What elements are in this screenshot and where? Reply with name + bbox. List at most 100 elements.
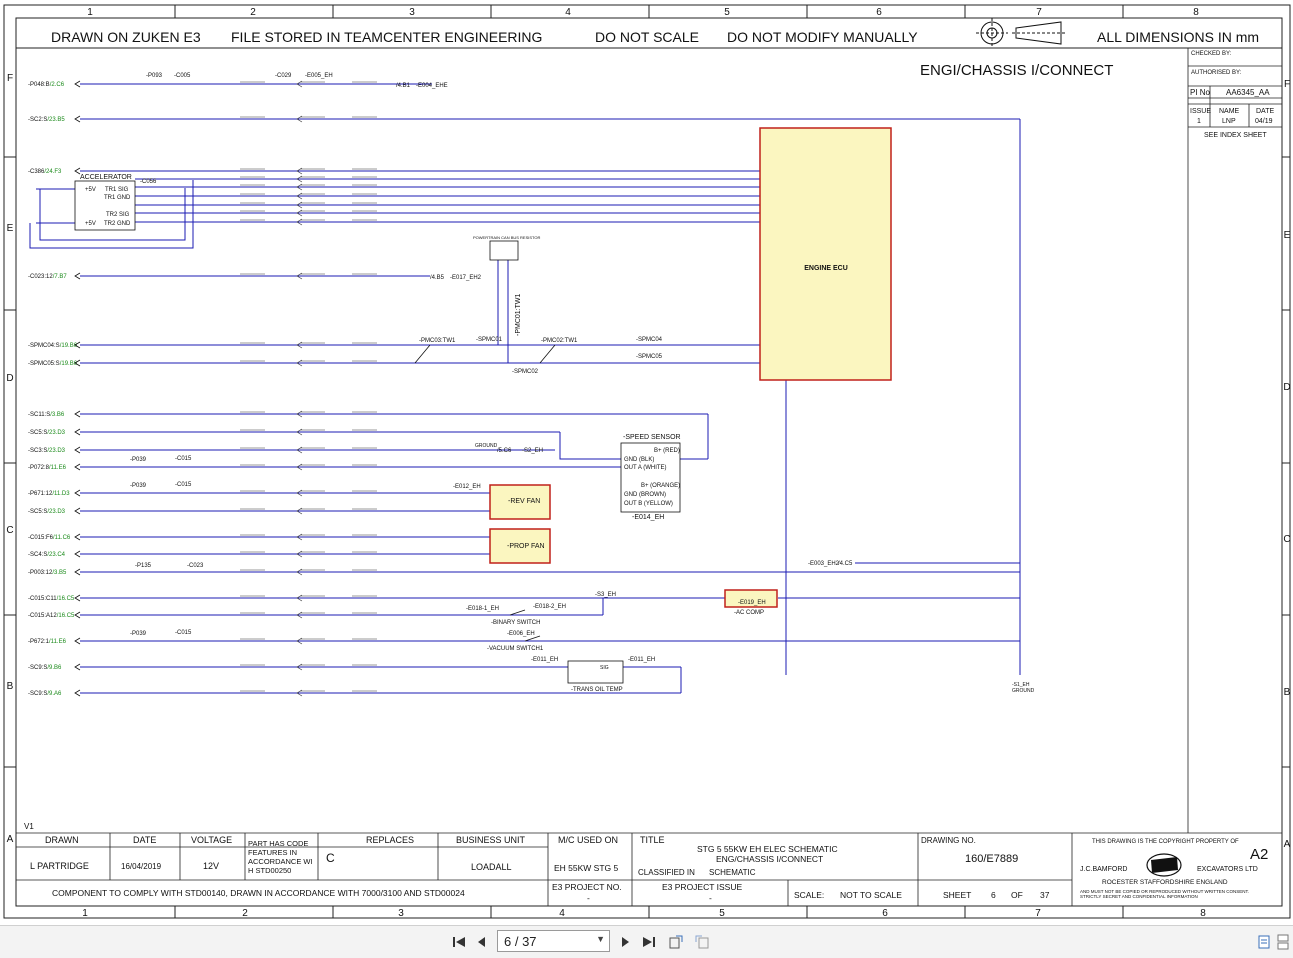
- svg-text:-SPMC05: -SPMC05: [636, 354, 663, 360]
- rotate-counterclockwise-button[interactable]: [692, 932, 712, 952]
- row-label: B: [7, 681, 14, 692]
- svg-text:-C029: -C029: [275, 73, 292, 79]
- next-page-button[interactable]: [615, 932, 635, 952]
- svg-text:E3 PROJECT NO.: E3 PROJECT NO.: [552, 882, 622, 892]
- sig-label: SIG: [600, 665, 609, 671]
- wire-marks: [240, 80, 377, 697]
- note-text: DO NOT SCALE: [595, 29, 699, 45]
- col-label: 7: [1035, 908, 1041, 919]
- svg-text:04/19: 04/19: [1255, 118, 1273, 125]
- svg-text:+5V: +5V: [85, 187, 96, 193]
- continuous-view-button[interactable]: [1273, 932, 1293, 952]
- reference-label: -SPMC05:S/19.B6: [28, 361, 78, 367]
- row-label: B: [1284, 687, 1291, 698]
- svg-text:PART HAS CODEFEATURES INACCORD: PART HAS CODE FEATURES IN ACCORDANCE WI H S…: [248, 839, 313, 875]
- svg-text:AND MUST NOT BE COPIED OR REPR: AND MUST NOT BE COPIED OR REPRODUCED WIT…: [1080, 889, 1249, 899]
- ground-label: GROUND: [1012, 688, 1035, 694]
- col-label: 7: [1036, 7, 1042, 18]
- connector-arrow-icon: [74, 550, 81, 558]
- svg-text:-PMC02:TW1: -PMC02:TW1: [541, 338, 578, 344]
- svg-text:-E018-1_EH: -E018-1_EH: [466, 606, 499, 612]
- first-page-button[interactable]: [449, 932, 469, 952]
- svg-text:-C015: -C015: [175, 456, 192, 462]
- connector-arrow-icon: [74, 611, 81, 619]
- svg-text:ROCESTER STAFFORDSHIRE: ROCESTER STAFFORDSHIRE ENGLAND: [1102, 879, 1228, 886]
- svg-text:AA6345_AA: AA6345_AA: [1226, 88, 1270, 97]
- row-label: E: [7, 223, 14, 234]
- svg-text:E3 PROJECT ISSUE: E3 PROJECT ISSUE: [662, 882, 742, 892]
- page-number-field[interactable]: 6 / 37 ▼: [497, 930, 610, 952]
- svg-text:-BINARY SWITCH: -BINARY SWITCH: [491, 620, 540, 626]
- approval-block: [1187, 48, 1282, 833]
- schematic-sheet: 1 2 3 4 5 6 7 8 1 2 3 4 5 6 7 8 F E D C …: [3, 4, 1291, 919]
- svg-text:ENG/CHASSIS I/CONNECT: ENG/CHASSIS I/CONNECT: [716, 854, 823, 864]
- svg-text:M/C USED ON: M/C USED ON: [558, 835, 618, 845]
- first-page-icon: [453, 937, 465, 947]
- col-label: 6: [882, 908, 888, 919]
- row-label: C: [6, 525, 13, 536]
- connector-arrow-icon: [74, 689, 81, 697]
- can-resistor-label: POWERTRAIN CAN BUS RESISTOR: [473, 235, 541, 240]
- reference-label: -C015:C11/16.C5: [28, 596, 75, 602]
- reference-label: -C015:F6/11.C6: [28, 535, 71, 541]
- col-label: 1: [82, 908, 88, 919]
- col-label: 2: [250, 7, 256, 18]
- reference-label: -SC11:S/3.B6: [28, 412, 65, 418]
- reference-label: -C386/24.F3: [28, 169, 62, 175]
- svg-text:OF: OF: [1011, 890, 1023, 900]
- svg-text:/4.B1: /4.B1: [396, 83, 411, 89]
- svg-text:VOLTAGE: VOLTAGE: [191, 835, 232, 845]
- col-label: 3: [398, 908, 404, 919]
- trans-oil-temp-label: -TRANS OIL TEMP: [571, 687, 623, 693]
- svg-text:SCHEMATIC: SCHEMATIC: [709, 868, 756, 877]
- pmc01-label: -PMC01:TW1: [515, 294, 522, 337]
- col-label: 8: [1200, 908, 1206, 919]
- connector-arrow-icon: [74, 594, 81, 602]
- approval-text: CHECKED BY: AUTHORISED BY: PI No AA6345_…: [1190, 51, 1274, 139]
- reference-label: -C023:12/7.B7: [28, 274, 67, 280]
- svg-text:TR2 GND: TR2 GND: [104, 221, 131, 227]
- svg-text:STG 5 55KW EH ELEC SCHEMATIC: STG 5 55KW EH ELEC SCHEMATIC: [697, 844, 838, 854]
- svg-text:/5.C6: /5.C6: [497, 448, 512, 454]
- sheet-title: ENGI/CHASSIS I/CONNECT: [920, 62, 1113, 79]
- svg-text:-PMC03:TW1: -PMC03:TW1: [419, 338, 456, 344]
- svg-text:DRAWN: DRAWN: [45, 835, 79, 845]
- svg-text:160/E7889: 160/E7889: [965, 853, 1018, 865]
- svg-text:-C005: -C005: [174, 73, 191, 79]
- connector-arrow-icon: [74, 533, 81, 541]
- svg-text:ACCELERATOR: ACCELERATOR: [80, 174, 132, 181]
- col-label: 5: [724, 7, 730, 18]
- connector-arrow-icon: [74, 507, 81, 515]
- svg-text:A2: A2: [1250, 846, 1268, 863]
- svg-text:TR1 SIG: TR1 SIG: [105, 187, 129, 193]
- svg-text:-C023: -C023: [187, 563, 204, 569]
- col-label: 8: [1193, 7, 1199, 18]
- svg-text:OUT A (WHITE): OUT A (WHITE): [624, 465, 667, 471]
- svg-text:LNP: LNP: [1222, 118, 1236, 125]
- connector-arrow-icon: [74, 272, 81, 280]
- svg-text:J.C.BAMFORD: J.C.BAMFORD: [1080, 866, 1127, 873]
- previous-page-button[interactable]: [472, 932, 492, 952]
- connector-arrow-icon: [74, 167, 81, 175]
- svg-text:TR1 GND: TR1 GND: [104, 195, 131, 201]
- svg-text:1: 1: [1197, 118, 1201, 125]
- reference-label: -SC9:S/9.A6: [28, 691, 62, 697]
- engine-ecu-box: [759, 127, 892, 381]
- reference-label: -C015:A12/16.C5: [28, 613, 75, 619]
- reference-label: -SC2:S/23.B5: [28, 117, 65, 123]
- reference-label: -SC3:S/23.D3: [28, 448, 66, 454]
- reference-label: -P671:12/11.D3: [28, 491, 70, 497]
- rotate-clockwise-button[interactable]: [666, 932, 686, 952]
- svg-text:REPLACES: REPLACES: [366, 835, 414, 845]
- single-page-view-button[interactable]: [1254, 932, 1274, 952]
- svg-text:-E011_EH: -E011_EH: [531, 657, 558, 663]
- connector-arrow-icon: [74, 115, 81, 123]
- last-page-button[interactable]: [639, 932, 659, 952]
- row-label: D: [6, 373, 13, 384]
- svg-text:-SPMC02: -SPMC02: [512, 369, 539, 375]
- svg-text:/4.C5: /4.C5: [838, 561, 853, 567]
- last-page-icon: [643, 937, 655, 947]
- dimensions-note: ALL DIMENSIONS IN mm: [1097, 29, 1259, 45]
- prop-fan-label: -PROP FAN: [507, 543, 545, 550]
- svg-text:-E017_EH2: -E017_EH2: [450, 275, 482, 281]
